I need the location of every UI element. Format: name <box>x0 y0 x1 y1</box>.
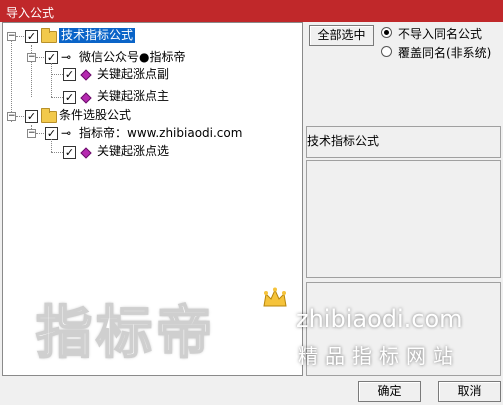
tree-line <box>11 36 12 122</box>
formula-icon <box>80 147 92 159</box>
tree-item-formula-3[interactable]: 关键起涨点选 <box>97 144 169 159</box>
folder-icon <box>41 108 57 123</box>
checkbox-group-1[interactable]: ✓ <box>25 30 38 43</box>
expand-toggle-subgroup-1[interactable]: − <box>27 53 36 62</box>
tree-line <box>16 116 24 117</box>
tree-line <box>16 36 24 37</box>
tree-item-group-1[interactable]: 技术指标公式 <box>59 28 136 43</box>
ok-button[interactable]: 确定 <box>358 381 421 402</box>
tree-item-group-2[interactable]: 条件选股公式 <box>59 108 131 123</box>
expand-toggle-group-1[interactable]: − <box>7 32 16 41</box>
expand-toggle-group-2[interactable]: − <box>7 112 16 121</box>
tree-line <box>51 97 63 98</box>
crown-icon <box>263 287 287 307</box>
checkbox-group-2[interactable]: ✓ <box>25 110 38 123</box>
tree-line <box>51 63 52 97</box>
tree-line <box>31 57 32 97</box>
window-title: 导入公式 <box>6 6 55 20</box>
title-bar: 导入公式 <box>0 0 503 22</box>
tree-item-subgroup-1[interactable]: 微信公众号●指标帝 <box>79 50 185 65</box>
tree-line <box>51 139 52 152</box>
tree-item-formula-2[interactable]: 关键起涨点主 <box>97 89 169 104</box>
radio-no-import-label[interactable]: 不导入同名公式 <box>398 25 482 42</box>
watermark-url: zhibiaodi.com <box>296 305 463 333</box>
expand-toggle-subgroup-2[interactable]: − <box>27 129 36 138</box>
key-icon: ⊸ <box>61 50 72 64</box>
radio-overwrite[interactable] <box>381 46 392 57</box>
info-description-panel <box>306 160 501 278</box>
folder-icon <box>41 28 57 43</box>
radio-no-import[interactable] <box>381 27 392 38</box>
watermark-tagline: 精品指标网站 <box>298 344 460 368</box>
info-title: 技术指标公式 <box>307 134 380 148</box>
key-icon: ⊸ <box>61 126 72 140</box>
checkbox-item-1[interactable]: ✓ <box>63 68 76 81</box>
checkbox-item-3[interactable]: ✓ <box>63 146 76 159</box>
tree-item-subgroup-2[interactable]: 指标帝：www.zhibiaodi.com <box>79 126 242 141</box>
formula-icon <box>80 92 92 104</box>
select-all-button[interactable]: 全部选中 <box>309 25 374 46</box>
tree-line <box>51 152 63 153</box>
tree-item-formula-1[interactable]: 关键起涨点副 <box>97 67 169 82</box>
radio-overwrite-label[interactable]: 覆盖同名(非系统) <box>398 44 491 61</box>
tree-line <box>36 133 44 134</box>
formula-icon <box>80 69 92 81</box>
watermark-logo-text: 指标帝 <box>35 300 216 367</box>
cancel-button[interactable]: 取消 <box>438 381 501 402</box>
checkbox-item-2[interactable]: ✓ <box>63 91 76 104</box>
tree-line <box>51 74 63 75</box>
tree-line <box>36 57 44 58</box>
